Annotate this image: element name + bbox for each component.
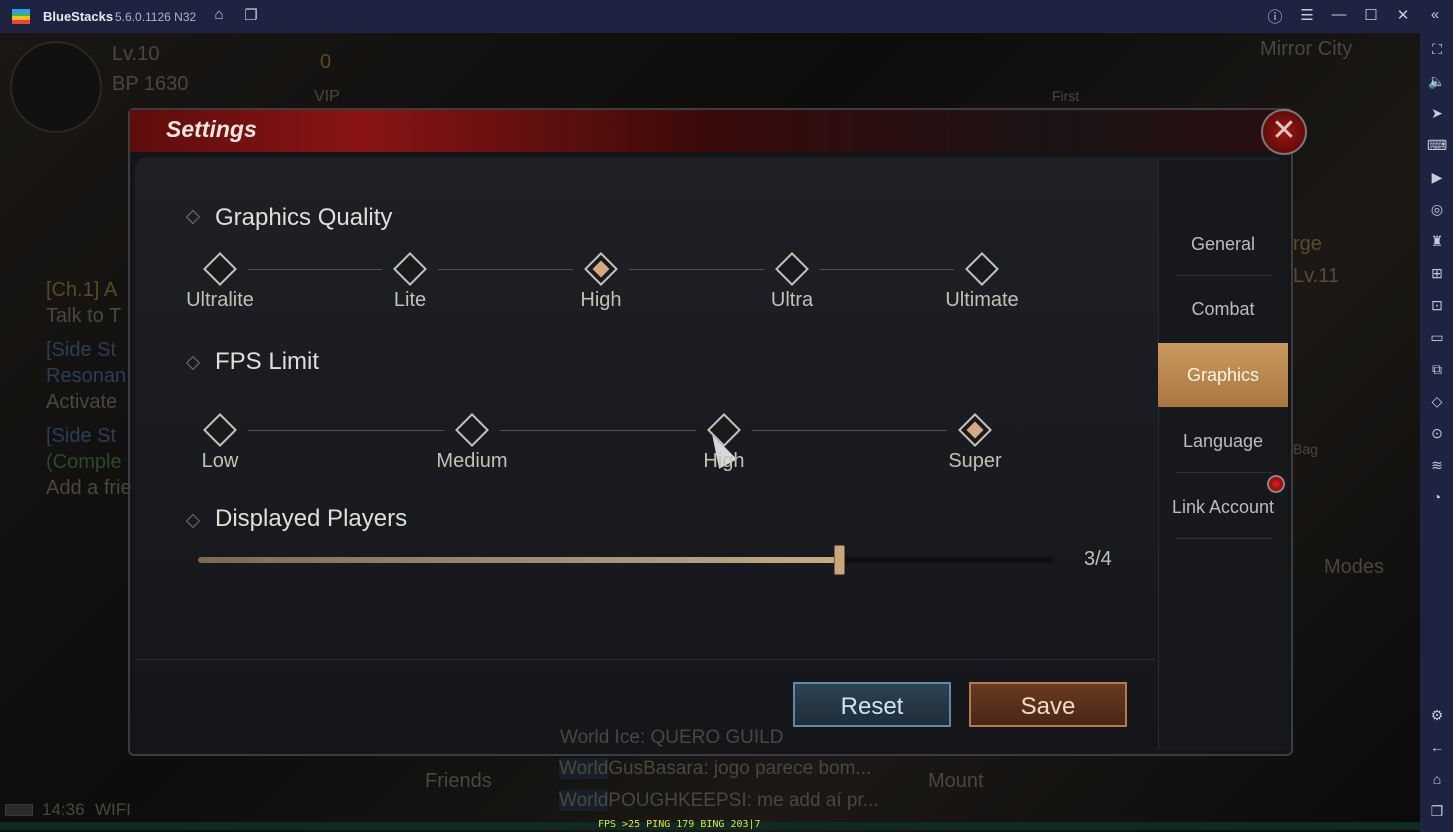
option-label: Medium bbox=[436, 450, 508, 472]
save-button[interactable]: Save bbox=[969, 682, 1127, 727]
battle-power: BP 1630 bbox=[112, 73, 189, 95]
chat-line[interactable]: WorldGusBasara: jogo parece bom... bbox=[559, 758, 871, 780]
reset-button[interactable]: Reset bbox=[793, 682, 951, 727]
battery-icon bbox=[5, 804, 33, 816]
option-label: Lite bbox=[393, 289, 427, 311]
option-label: High bbox=[580, 289, 622, 311]
level: Lv.10 bbox=[112, 43, 160, 65]
folder-icon[interactable]: ▭ bbox=[1427, 327, 1447, 347]
track-line bbox=[820, 269, 954, 270]
maximize-icon[interactable]: ☐ bbox=[1360, 6, 1382, 24]
graphics-quality-title: Graphics Quality bbox=[215, 204, 393, 231]
network: WIFI bbox=[95, 800, 131, 819]
slider-fill bbox=[198, 557, 840, 563]
fps-limit-title: FPS Limit bbox=[215, 348, 320, 375]
home-icon[interactable]: ⌂ bbox=[208, 6, 230, 23]
divider bbox=[135, 659, 1155, 660]
track-line bbox=[752, 430, 947, 431]
displayed-players-title: Displayed Players bbox=[215, 505, 408, 532]
chat-faded: World Ice: QUERO GUILD bbox=[560, 727, 784, 748]
slider-thumb[interactable] bbox=[834, 545, 846, 575]
right-sidebar: ⛶ 🔈 ➤ ⌨ ▶ ◎ ♜ ⊞ ⊡ ▭ ⧉ ◇ ⊙ ≋ ◔ ⚙ ← ⌂ ❐ bbox=[1420, 33, 1453, 832]
pointer-icon[interactable]: ➤ bbox=[1427, 103, 1447, 123]
forge-level: Lv.11 bbox=[1293, 265, 1339, 287]
tab-separator bbox=[1176, 472, 1272, 473]
screenshot-icon[interactable]: ⊡ bbox=[1427, 295, 1447, 315]
settings-icon[interactable]: ⚙ bbox=[1427, 705, 1447, 725]
recent-apps-icon[interactable]: ❐ bbox=[1427, 801, 1447, 821]
performance-icon[interactable]: ◔ bbox=[1427, 487, 1447, 507]
close-icon: ✕ bbox=[1271, 114, 1297, 147]
quest-text: Talk to T bbox=[46, 305, 122, 327]
keyboard-icon[interactable]: ⌨ bbox=[1427, 135, 1447, 155]
vip-level: 0 bbox=[320, 51, 332, 73]
quest-text: Add a frie bbox=[46, 477, 132, 499]
modes-label[interactable]: Modes bbox=[1324, 556, 1384, 579]
track-line bbox=[248, 430, 444, 431]
vip-label[interactable]: VIP bbox=[314, 88, 340, 106]
dialog-title: Settings bbox=[166, 116, 257, 142]
quest-text[interactable]: [Ch.1] A bbox=[46, 279, 117, 302]
gamepad-icon[interactable]: ♜ bbox=[1427, 231, 1447, 251]
help-icon[interactable]: ⓘ bbox=[1264, 6, 1286, 27]
location-name: Mirror City bbox=[1260, 38, 1353, 60]
track-line bbox=[438, 269, 573, 270]
menu-icon[interactable]: ☰ bbox=[1296, 6, 1318, 24]
mount-label[interactable]: Mount bbox=[928, 770, 984, 793]
clock: 14:36 bbox=[42, 800, 85, 819]
close-dialog-button[interactable]: ✕ bbox=[1261, 109, 1307, 155]
track-line bbox=[629, 269, 764, 270]
fps-overlay: FPS >25 PING 179 BING 203|7 bbox=[598, 819, 761, 830]
rotate-icon[interactable]: ◎ bbox=[1427, 199, 1447, 219]
friends-label[interactable]: Friends bbox=[425, 770, 492, 793]
quest-text: [Side St bbox=[46, 425, 117, 447]
app-version: 5.6.0.1126 N32 bbox=[115, 10, 197, 24]
back-icon[interactable]: ← bbox=[1427, 737, 1447, 757]
option-label: Ultralite bbox=[186, 289, 254, 311]
close-icon[interactable]: ✕ bbox=[1392, 6, 1414, 24]
volume-icon[interactable]: 🔈 bbox=[1427, 71, 1447, 91]
quest-text: Activate bbox=[46, 391, 118, 413]
forge-label[interactable]: rge bbox=[1293, 233, 1322, 256]
minimize-icon[interactable]: — bbox=[1328, 6, 1350, 23]
displayed-players-value: 3/4 bbox=[1084, 548, 1112, 570]
tab-general[interactable]: General bbox=[1158, 212, 1288, 276]
fullscreen-icon[interactable]: ⛶ bbox=[1427, 39, 1447, 59]
quest-text: [Side St bbox=[46, 339, 117, 361]
bluestacks-logo-icon bbox=[12, 9, 30, 24]
eraser-icon[interactable]: ◇ bbox=[1427, 391, 1447, 411]
macro-icon[interactable]: ▶ bbox=[1427, 167, 1447, 187]
apk-icon[interactable]: ⊞ bbox=[1427, 263, 1447, 283]
app-name: BlueStacks bbox=[43, 9, 114, 24]
option-label: Low bbox=[201, 450, 239, 472]
track-line bbox=[500, 430, 696, 431]
quest-text[interactable]: Resonan bbox=[46, 365, 126, 388]
collapse-icon[interactable]: « bbox=[1424, 6, 1446, 23]
bluestacks-titlebar: BlueStacks 5.6.0.1126 N32 ⌂ ❐ ⓘ ☰ — ☐ ✕ … bbox=[0, 0, 1453, 33]
first-label[interactable]: First bbox=[1052, 88, 1079, 104]
option-label: Super bbox=[948, 450, 1002, 472]
tab-graphics[interactable]: Graphics bbox=[1158, 343, 1288, 407]
layers-icon[interactable]: ≋ bbox=[1427, 455, 1447, 475]
multi-resize-icon[interactable]: ⧉ bbox=[1427, 359, 1447, 379]
tab-language[interactable]: Language bbox=[1158, 409, 1288, 473]
avatar[interactable] bbox=[10, 41, 102, 133]
track-line bbox=[248, 269, 382, 270]
home-icon[interactable]: ⌂ bbox=[1427, 769, 1447, 789]
tab-combat[interactable]: Combat bbox=[1158, 277, 1288, 341]
tab-separator bbox=[1176, 275, 1272, 276]
option-label: Ultimate bbox=[945, 289, 1019, 311]
dialog-header bbox=[130, 110, 1290, 152]
tab-separator bbox=[1176, 538, 1272, 539]
chat-line[interactable]: WorldPOUGHKEEPSI: me add aí pr... bbox=[559, 790, 879, 812]
bag-label[interactable]: Bag bbox=[1293, 441, 1318, 457]
location-icon[interactable]: ⊙ bbox=[1427, 423, 1447, 443]
option-label: High bbox=[703, 450, 745, 472]
quest-text[interactable]: (Comple bbox=[46, 451, 122, 474]
multi-instance-icon[interactable]: ❐ bbox=[240, 6, 262, 24]
option-label: Ultra bbox=[770, 289, 814, 311]
tab-link-account[interactable]: Link Account bbox=[1158, 475, 1288, 539]
